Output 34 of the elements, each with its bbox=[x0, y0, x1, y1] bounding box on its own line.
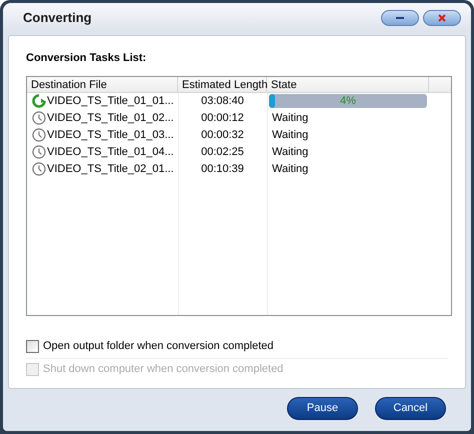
estimated-length: 00:00:12 bbox=[201, 110, 244, 126]
column-header[interactable]: State bbox=[267, 76, 429, 92]
minimize-icon bbox=[396, 17, 404, 19]
file-name: VIDEO_TS_Title_01_04... bbox=[47, 144, 174, 160]
file-name: VIDEO_TS_Title_01_01... bbox=[47, 94, 174, 109]
clock-icon bbox=[32, 111, 46, 125]
list-title: Conversion Tasks List: bbox=[26, 51, 148, 66]
progress-reading: 4% bbox=[339, 94, 357, 108]
estimated-length: 00:00:32 bbox=[201, 128, 244, 143]
estimated-length: 03:08:40 bbox=[201, 94, 244, 109]
window-title: Converting bbox=[23, 9, 92, 28]
column-header[interactable]: Destination File bbox=[27, 76, 178, 92]
close-icon bbox=[438, 14, 446, 22]
minimize-button[interactable] bbox=[381, 10, 419, 26]
close-button[interactable] bbox=[423, 10, 461, 26]
checkbox[interactable] bbox=[26, 340, 39, 352]
checkbox-label: Shut down computer when conversion completed bbox=[43, 362, 284, 378]
column-header[interactable]: Estimated Length bbox=[178, 76, 267, 92]
dialog-button[interactable]: Cancel bbox=[375, 397, 446, 420]
state-text: Waiting bbox=[271, 144, 308, 160]
file-name: VIDEO_TS_Title_01_03... bbox=[47, 128, 174, 143]
refresh-icon bbox=[32, 94, 46, 108]
estimated-length: 00:10:39 bbox=[201, 162, 244, 177]
clock-icon bbox=[32, 128, 46, 142]
estimated-length: 00:02:25 bbox=[201, 144, 244, 160]
state-text: Waiting bbox=[271, 110, 308, 126]
clock-icon bbox=[32, 145, 46, 159]
clock-icon bbox=[32, 162, 46, 176]
checkbox-label: Open output folder when conversion completed bbox=[43, 338, 274, 354]
dialog-button[interactable]: Pause bbox=[287, 397, 358, 420]
file-name: VIDEO_TS_Title_01_02... bbox=[47, 110, 174, 126]
state-text: Waiting bbox=[271, 162, 308, 177]
state-text: Waiting bbox=[271, 128, 308, 143]
file-name: VIDEO_TS_Title_02_01... bbox=[47, 162, 174, 177]
